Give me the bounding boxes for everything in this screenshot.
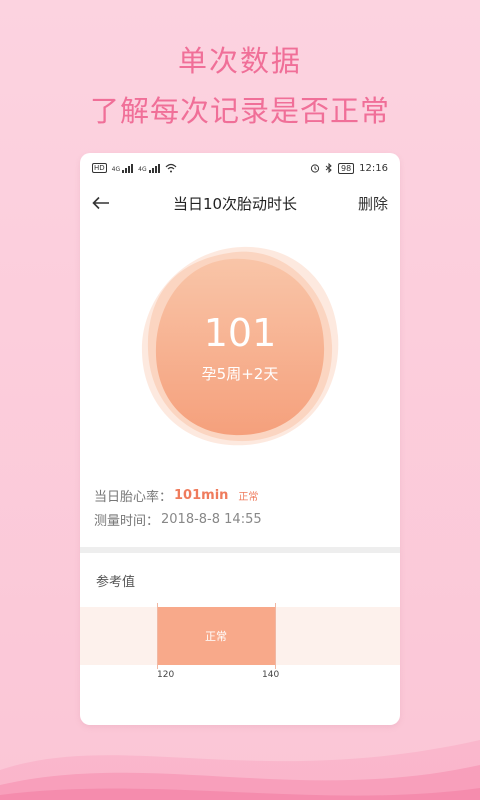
battery-icon: 98 bbox=[337, 162, 355, 174]
delete-button[interactable]: 删除 bbox=[358, 193, 388, 214]
time-label: 测量时间： bbox=[94, 513, 160, 529]
page-title: 当日10次胎动时长 bbox=[172, 194, 298, 213]
content: 101 孕5周+2天 当日胎心率： 101min 正常 测量时间： 2018-8… bbox=[80, 223, 400, 685]
time-value: 2018-8-8 14:55 bbox=[161, 511, 262, 527]
status-left: HD 4G 4G bbox=[92, 163, 177, 173]
back-arrow-icon[interactable] bbox=[92, 193, 112, 213]
alarm-icon bbox=[310, 164, 320, 173]
reference-label: 参考值 bbox=[96, 575, 136, 590]
summary-blob: 101 孕5周+2天 bbox=[80, 223, 400, 463]
hd-badge: HD bbox=[92, 163, 107, 173]
heart-rate-status: 正常 bbox=[238, 491, 259, 503]
bluetooth-icon bbox=[325, 163, 332, 173]
summary-value: 101 bbox=[203, 311, 277, 355]
reference-ticks: 120 140 bbox=[80, 665, 400, 685]
heart-rate-row: 当日胎心率： 101min 正常 bbox=[94, 483, 386, 507]
status-time: 12:16 bbox=[359, 162, 388, 174]
high-tick bbox=[275, 603, 276, 669]
low-tick bbox=[157, 603, 158, 669]
nav-bar: 当日10次胎动时长 删除 bbox=[80, 183, 400, 223]
reference-bar: 正常 bbox=[80, 603, 400, 669]
signal-icon: 4G bbox=[112, 163, 134, 173]
wifi-icon bbox=[165, 163, 177, 173]
high-tick-label: 140 bbox=[262, 670, 280, 680]
normal-range-band: 正常 bbox=[157, 607, 275, 665]
signal-icon-2: 4G bbox=[138, 163, 160, 173]
heart-rate-value: 101min bbox=[174, 487, 229, 503]
phone-screen: HD 4G 4G 98 12:16 当日10次胎动时长 删除 101 孕5周+2… bbox=[80, 153, 400, 725]
status-bar: HD 4G 4G 98 12:16 bbox=[80, 153, 400, 183]
pregnancy-week: 孕5周+2天 bbox=[201, 365, 279, 383]
promo-title: 单次数据 bbox=[177, 44, 302, 78]
promo-subtitle: 了解每次记录是否正常 bbox=[89, 94, 390, 128]
low-tick-label: 120 bbox=[157, 670, 175, 680]
heart-rate-label: 当日胎心率： bbox=[94, 489, 173, 505]
info-section: 当日胎心率： 101min 正常 测量时间： 2018-8-8 14:55 bbox=[80, 463, 400, 531]
time-row: 测量时间： 2018-8-8 14:55 bbox=[94, 507, 386, 531]
status-right: 98 12:16 bbox=[310, 162, 388, 174]
